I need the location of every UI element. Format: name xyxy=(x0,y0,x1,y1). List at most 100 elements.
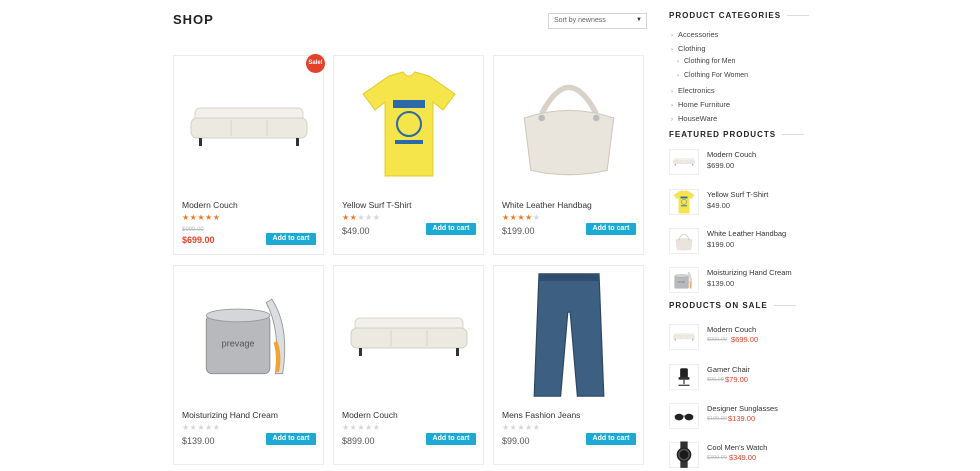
featured-item[interactable]: prevage Moisturizing Hand Cream $139.00 xyxy=(669,267,809,295)
add-to-cart-button[interactable]: Add to cart xyxy=(266,233,316,245)
sale-name[interactable]: Gamer Chair xyxy=(707,365,750,374)
rating-stars: ★★★★★ xyxy=(342,213,380,223)
product-card[interactable]: Sale! Modern Couch ★★★★★ $999.00 $699.00… xyxy=(173,54,325,255)
star-icon: ★ xyxy=(205,423,213,432)
sale-old-price: $399.00 xyxy=(707,455,727,461)
sale-price: $79.00 xyxy=(725,375,748,384)
rating-stars: ★★★★★ xyxy=(342,423,380,433)
chevron-right-icon: › xyxy=(671,33,673,39)
category-link[interactable]: › Accessories xyxy=(671,30,718,39)
add-to-cart-button[interactable]: Add to cart xyxy=(426,223,476,235)
rating-stars: ★★★★★ xyxy=(502,213,540,223)
star-icon: ★ xyxy=(365,213,373,222)
sale-old-price: $99.00 xyxy=(707,377,724,383)
featured-heading: FEATURED PRODUCTS xyxy=(669,130,804,139)
featured-price: $699.00 xyxy=(707,161,735,170)
add-to-cart-button[interactable]: Add to cart xyxy=(266,433,316,445)
add-to-cart-button[interactable]: Add to cart xyxy=(586,223,636,235)
featured-thumb[interactable] xyxy=(669,228,699,254)
star-icon: ★ xyxy=(372,423,381,432)
product-image[interactable] xyxy=(342,64,475,186)
featured-name[interactable]: Modern Couch xyxy=(707,150,756,159)
featured-item[interactable]: White Leather Handbag $199.00 xyxy=(669,228,809,256)
category-link[interactable]: › HouseWare xyxy=(671,114,717,123)
product-image[interactable]: prevage xyxy=(182,274,315,396)
star-icon: ★ xyxy=(502,213,510,222)
star-icon: ★ xyxy=(212,423,221,432)
subcategory-link[interactable]: › Clothing for Men xyxy=(677,58,735,65)
product-price: $899.00 xyxy=(342,436,375,446)
star-icon: ★ xyxy=(357,423,366,432)
sale-item[interactable]: Gamer Chair $99.00 $79.00 xyxy=(669,364,809,392)
on-sale-heading: PRODUCTS ON SALE xyxy=(669,301,796,310)
sale-item[interactable]: Designer Sunglasses $199.00 $139.00 xyxy=(669,403,809,431)
star-icon: ★ xyxy=(197,213,206,222)
featured-name[interactable]: Yellow Surf T-Shirt xyxy=(707,190,768,199)
product-image[interactable] xyxy=(502,64,635,186)
star-icon: ★ xyxy=(205,213,213,222)
product-name[interactable]: Modern Couch xyxy=(342,410,398,420)
sale-name[interactable]: Modern Couch xyxy=(707,325,756,334)
sort-select-value: Sort by newness xyxy=(554,17,606,24)
subcategory-link[interactable]: › Clothing For Women xyxy=(677,72,748,79)
add-to-cart-button[interactable]: Add to cart xyxy=(426,433,476,445)
product-image[interactable] xyxy=(502,273,635,397)
star-icon: ★ xyxy=(517,423,526,432)
featured-thumb[interactable]: prevage xyxy=(669,267,699,293)
sale-old-price: $199.00 xyxy=(707,416,727,422)
rating-stars: ★★★★★ xyxy=(182,213,220,223)
featured-name[interactable]: Moisturizing Hand Cream xyxy=(707,268,792,277)
featured-item[interactable]: Modern Couch $699.00 xyxy=(669,149,809,177)
sale-thumb[interactable] xyxy=(669,324,699,350)
sale-name[interactable]: Cool Men's Watch xyxy=(707,443,767,452)
category-link[interactable]: › Electronics xyxy=(671,86,715,95)
category-link[interactable]: › Home Furniture xyxy=(671,100,730,109)
product-card[interactable]: Yellow Surf T-Shirt ★★★★★ $49.00 Add to … xyxy=(333,55,484,255)
star-icon: ★ xyxy=(212,213,221,222)
product-name[interactable]: Yellow Surf T-Shirt xyxy=(342,200,411,210)
sale-old-price: $999.00 xyxy=(707,337,727,343)
product-name[interactable]: Mens Fashion Jeans xyxy=(502,410,580,420)
chevron-right-icon: › xyxy=(677,59,679,65)
sale-item[interactable]: Modern Couch $999.00 $699.00 xyxy=(669,324,809,352)
product-card[interactable]: Modern Couch ★★★★★ $899.00 Add to cart xyxy=(333,265,484,465)
rating-stars: ★★★★★ xyxy=(182,423,220,433)
sale-thumb[interactable] xyxy=(669,364,699,390)
chevron-right-icon: › xyxy=(671,47,673,53)
chevron-right-icon: › xyxy=(671,103,673,109)
product-card[interactable]: prevage Moisturizing Hand Cream ★★★★★ $1… xyxy=(173,265,324,465)
product-name[interactable]: Moisturizing Hand Cream xyxy=(182,410,278,420)
star-icon: ★ xyxy=(365,423,373,432)
sale-name[interactable]: Designer Sunglasses xyxy=(707,404,778,413)
product-name[interactable]: White Leather Handbag xyxy=(502,200,592,210)
featured-thumb[interactable] xyxy=(669,189,699,215)
category-link[interactable]: › Clothing xyxy=(671,44,706,53)
add-to-cart-button[interactable]: Add to cart xyxy=(586,433,636,445)
star-icon: ★ xyxy=(532,423,541,432)
product-image[interactable] xyxy=(342,274,475,396)
sort-select[interactable]: Sort by newness ▼ xyxy=(548,13,647,29)
product-price: $199.00 xyxy=(502,226,535,236)
product-name[interactable]: Modern Couch xyxy=(182,200,238,210)
star-icon: ★ xyxy=(525,213,533,222)
rating-stars: ★★★★★ xyxy=(502,423,540,433)
sale-price: $349.00 xyxy=(729,453,757,462)
sale-thumb[interactable] xyxy=(669,441,699,469)
sale-thumb[interactable] xyxy=(669,403,699,429)
star-icon: ★ xyxy=(357,213,366,222)
sale-badge: Sale! xyxy=(306,54,325,73)
product-card[interactable]: White Leather Handbag ★★★★★ $199.00 Add … xyxy=(493,55,644,255)
product-image[interactable] xyxy=(182,64,315,186)
product-card[interactable]: Mens Fashion Jeans ★★★★★ $99.00 Add to c… xyxy=(493,265,644,465)
svg-text:prevage: prevage xyxy=(221,338,254,348)
star-icon: ★ xyxy=(532,213,541,222)
product-price: $699.00 xyxy=(182,235,215,245)
featured-thumb[interactable] xyxy=(669,149,699,175)
sale-item[interactable]: Cool Men's Watch $399.00 $349.00 xyxy=(669,441,809,470)
featured-name[interactable]: White Leather Handbag xyxy=(707,229,786,238)
chevron-right-icon: › xyxy=(677,73,679,79)
chevron-down-icon: ▼ xyxy=(636,17,642,23)
featured-price: $199.00 xyxy=(707,240,735,249)
product-price: $99.00 xyxy=(502,436,530,446)
featured-item[interactable]: Yellow Surf T-Shirt $49.00 xyxy=(669,189,809,217)
